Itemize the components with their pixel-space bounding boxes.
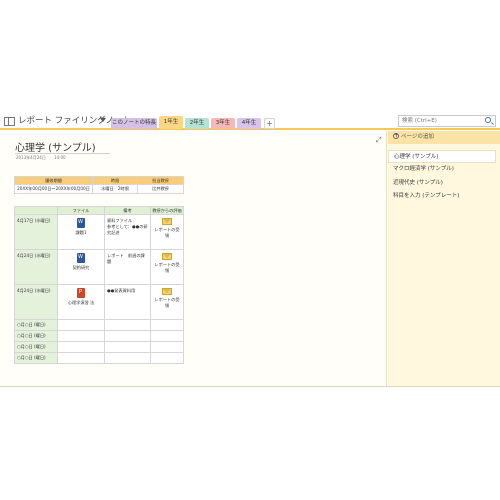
page-title[interactable]: 心理学 (サンプル) xyxy=(15,139,96,154)
file-name[interactable]: 心理学演習 法 xyxy=(60,300,102,306)
course-info-table: 履修期間 時限 担当教授 20XX年00月00日〜20XX年00月00日 水曜日… xyxy=(14,176,184,194)
window-bottom-border xyxy=(0,386,500,387)
file-cell[interactable]: 契約研究 xyxy=(57,249,105,285)
file-cell[interactable]: 課題1 xyxy=(57,214,105,250)
note-cell[interactable] xyxy=(104,319,151,331)
search-input[interactable]: 検索 (Ctrl+E) xyxy=(402,116,437,126)
page-date: 2013年4月24日 xyxy=(16,155,46,160)
file-name[interactable]: 課題1 xyxy=(60,230,102,236)
report-table: ファイル 備考 教授からの評価 4月17日 (水曜日) 課題1 資料ファイル 参… xyxy=(14,206,184,364)
section-tab-year1[interactable]: 1年生 xyxy=(159,116,183,129)
ppt-doc-icon[interactable] xyxy=(77,288,85,298)
eval-cell[interactable]: レポートの受領 xyxy=(150,214,184,250)
eval-text[interactable]: レポートの受領 xyxy=(153,227,181,239)
mail-icon[interactable] xyxy=(162,253,172,260)
note-cell[interactable] xyxy=(104,341,151,353)
note-cell[interactable]: 資料ファイル 参考として：●●の研究記述 xyxy=(104,214,151,250)
eval-cell[interactable] xyxy=(150,330,184,342)
row-date: ○月○日 (曜日) xyxy=(14,352,58,364)
table-header: 時限 xyxy=(92,176,138,185)
eval-cell[interactable] xyxy=(150,319,184,331)
chevron-down-icon[interactable] xyxy=(100,118,106,122)
table-row: ○月○日 (曜日) xyxy=(14,330,184,342)
row-date: 4月17日 (水曜日) xyxy=(14,214,58,250)
file-name[interactable]: 契約研究 xyxy=(60,265,102,271)
file-cell[interactable] xyxy=(57,330,105,342)
page-item-template[interactable]: 科目を入力 (テンプレート) xyxy=(388,190,496,203)
eval-cell[interactable]: レポートの受領 xyxy=(150,284,184,320)
row-date: 4月24日 (水曜日) xyxy=(14,249,58,285)
table-cell[interactable]: 比井教授 xyxy=(137,184,184,194)
row-date: 4月24日 (水曜日) xyxy=(14,284,58,320)
eval-text[interactable]: レポートの受領 xyxy=(153,297,181,309)
section-tab-year3[interactable]: 3年生 xyxy=(211,118,235,129)
row-date: ○月○日 (曜日) xyxy=(14,330,58,342)
table-row: 4月17日 (水曜日) 課題1 資料ファイル 参考として：●●の研究記述 レポー… xyxy=(14,214,184,250)
note-cell[interactable]: ●●発表資料用 xyxy=(104,284,151,320)
mail-icon[interactable] xyxy=(162,218,172,225)
add-section-button[interactable]: + xyxy=(264,118,275,129)
eval-cell[interactable]: レポートの受領 xyxy=(150,249,184,285)
page-item-macroeconomics[interactable]: マクロ経済学 (サンプル) xyxy=(388,163,496,176)
mail-icon[interactable] xyxy=(162,288,172,295)
table-header: 履修期間 xyxy=(14,176,93,185)
table-row: ○月○日 (曜日) xyxy=(14,352,184,364)
section-tab-features[interactable]: このノートの特長 xyxy=(111,118,157,129)
search-box[interactable]: 検索 (Ctrl+E) xyxy=(398,115,496,127)
notebook-icon[interactable] xyxy=(4,117,15,126)
table-row: ○月○日 (曜日) xyxy=(14,341,184,353)
page-item-modern-history[interactable]: 近現代史 (サンプル) xyxy=(388,177,496,190)
eval-cell[interactable] xyxy=(150,352,184,364)
title-divider xyxy=(15,153,110,154)
search-icon[interactable] xyxy=(485,117,491,123)
eval-cell[interactable] xyxy=(150,341,184,353)
row-date: ○月○日 (曜日) xyxy=(14,319,58,331)
table-row: 4月24日 (水曜日) 契約研究 レポート 前週の課題 レポートの受領 xyxy=(14,249,184,285)
table-cell[interactable]: 水曜日 2時限 xyxy=(92,184,138,194)
note-cell[interactable] xyxy=(104,352,151,364)
table-row: ○月○日 (曜日) xyxy=(14,319,184,331)
add-circle-icon[interactable] xyxy=(393,132,399,140)
row-date: ○月○日 (曜日) xyxy=(14,341,58,353)
table-header: 担当教授 xyxy=(137,176,184,185)
note-cell[interactable]: レポート 前週の課題 xyxy=(104,249,151,285)
add-page-label[interactable]: ページの追加 xyxy=(401,132,434,142)
page-item-psychology[interactable]: 心理学 (サンプル) xyxy=(388,150,496,163)
table-header xyxy=(14,206,58,215)
eval-text[interactable]: レポートの受領 xyxy=(153,262,181,274)
section-tab-year4[interactable]: 4年生 xyxy=(237,118,261,129)
expand-icon[interactable]: ⤢ xyxy=(376,136,382,145)
page-time: 14:00 xyxy=(54,155,66,160)
file-cell[interactable] xyxy=(57,341,105,353)
file-cell[interactable] xyxy=(57,352,105,364)
table-cell[interactable]: 20XX年00月00日〜20XX年00月00日 xyxy=(14,184,93,194)
table-header: ファイル xyxy=(57,206,105,215)
file-cell[interactable] xyxy=(57,319,105,331)
table-header: 教授からの評価 xyxy=(150,206,184,215)
table-header: 備考 xyxy=(104,206,151,215)
word-doc-icon[interactable] xyxy=(77,218,85,228)
table-row: 4月24日 (水曜日) 心理学演習 法 ●●発表資料用 レポートの受領 xyxy=(14,284,184,320)
file-cell[interactable]: 心理学演習 法 xyxy=(57,284,105,320)
section-tab-year2[interactable]: 2年生 xyxy=(185,118,209,129)
note-cell[interactable] xyxy=(104,330,151,342)
word-doc-icon[interactable] xyxy=(77,253,85,263)
